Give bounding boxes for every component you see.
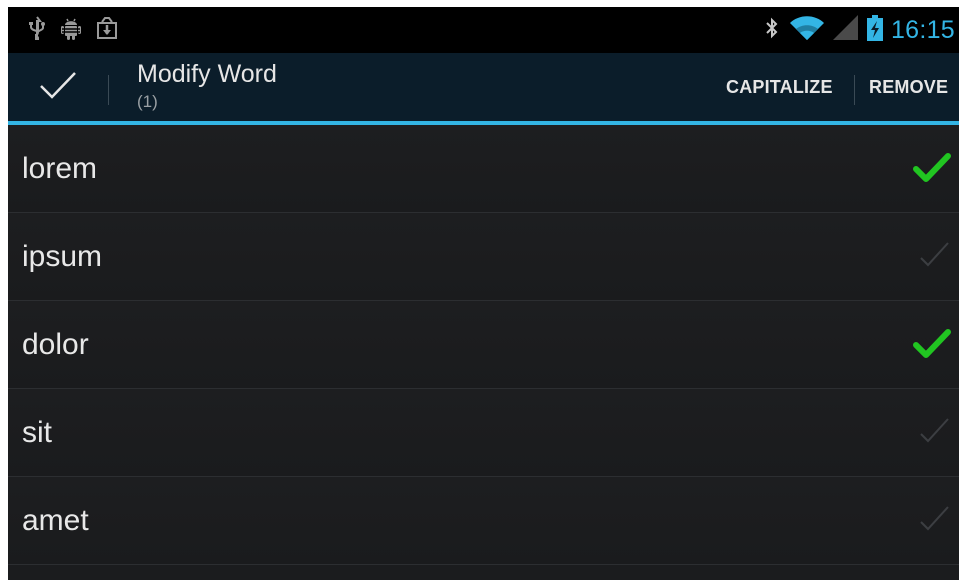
checkmark-icon — [920, 242, 949, 267]
bluetooth-icon — [763, 15, 781, 46]
status-bar: 16:15 — [8, 7, 959, 53]
checkmark-icon — [920, 418, 949, 443]
status-clock: 16:15 — [890, 15, 955, 44]
remove-button[interactable]: REMOVE — [869, 53, 948, 121]
android-debug-icon — [60, 16, 82, 45]
checkbox-checked[interactable] — [913, 326, 951, 362]
checkmark-icon — [913, 153, 951, 182]
selection-count: (1) — [137, 92, 158, 111]
battery-charging-icon — [866, 14, 883, 46]
word-row[interactable]: lorem — [8, 125, 959, 213]
word-label: ipsum — [22, 240, 103, 273]
capitalize-button[interactable]: CAPITALIZE — [726, 53, 833, 121]
word-row[interactable]: sit — [8, 389, 959, 477]
word-row[interactable]: dolor — [8, 301, 959, 389]
wifi-icon — [789, 15, 825, 46]
contextual-action-bar: Modify Word (1) CAPITALIZE REMOVE — [8, 53, 959, 125]
checkbox-checked[interactable] — [913, 150, 951, 186]
checkbox-unchecked[interactable] — [913, 238, 951, 274]
word-label: lorem — [22, 152, 98, 185]
checkbox-unchecked[interactable] — [913, 414, 951, 450]
device-screen: 16:15 Modify Word (1) CAPITALIZE REMOVE … — [8, 7, 959, 580]
system-icons: 16:15 — [763, 7, 955, 53]
notification-icons — [28, 15, 118, 45]
word-row[interactable]: ipsum — [8, 213, 959, 301]
action-bar-title-block: Modify Word (1) — [137, 59, 277, 113]
word-list: lorem ipsum dolor sit amet — [8, 125, 959, 565]
checkmark-icon — [38, 69, 78, 106]
word-row[interactable]: amet — [8, 477, 959, 565]
word-label: sit — [22, 416, 52, 449]
checkmark-icon — [913, 329, 951, 358]
download-icon — [96, 16, 118, 45]
usb-icon — [28, 15, 46, 45]
word-label: dolor — [22, 328, 89, 361]
checkmark-icon — [920, 506, 949, 531]
action-bar-title: Modify Word — [137, 60, 277, 88]
action-bar-divider — [108, 75, 109, 105]
checkbox-unchecked[interactable] — [913, 502, 951, 538]
word-label: amet — [22, 504, 89, 537]
signal-icon — [832, 14, 859, 46]
action-divider — [854, 75, 855, 105]
done-button[interactable] — [8, 53, 108, 121]
